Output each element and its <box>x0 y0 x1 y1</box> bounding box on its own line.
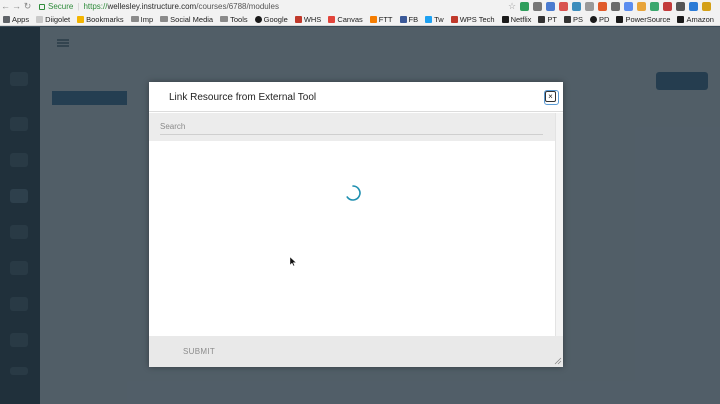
bookmark-item[interactable]: Netflix <box>501 14 532 24</box>
reload-icon[interactable]: ↻ <box>22 0 33 13</box>
extension-icon[interactable] <box>559 2 568 11</box>
extension-icon[interactable] <box>520 2 529 11</box>
extension-icons <box>520 2 711 11</box>
bookmark-label: PS <box>573 14 584 24</box>
canvas-icon <box>328 15 336 23</box>
bookmark-item[interactable]: Diigolet <box>36 15 70 24</box>
bookmark-item[interactable]: WPS Tech <box>450 14 495 24</box>
bookmark-label: Tw <box>434 14 444 24</box>
loading-spinner-icon <box>346 185 361 201</box>
bookmark-item[interactable]: PowerSource <box>616 15 670 24</box>
bookmark-label: Diigolet <box>45 14 71 24</box>
folder-icon <box>220 16 229 22</box>
secure-label: Secure <box>48 2 74 11</box>
bookmark-label: Bookmarks <box>86 14 124 24</box>
bookmark-label: Netflix <box>510 14 532 24</box>
bookmark-label: FB <box>408 14 419 24</box>
bookmark-label: PowerSource <box>625 14 671 24</box>
bookmark-label: Apps <box>12 14 30 24</box>
url-field[interactable]: https://wellesley.instructure.com/course… <box>83 2 279 11</box>
bookmark-label: WHS <box>303 14 322 24</box>
bookmark-label: PT <box>547 14 557 24</box>
url-host: wellesley.instructure.com <box>107 2 197 11</box>
back-arrow-icon[interactable]: ← <box>0 0 11 13</box>
apps-grid-icon <box>3 15 10 23</box>
wps-icon <box>450 15 458 23</box>
netflix-icon <box>501 15 509 23</box>
extension-icon[interactable] <box>702 2 711 11</box>
extension-icon[interactable] <box>533 2 542 11</box>
bookmark-item[interactable]: WHS <box>294 14 322 24</box>
folder-icon <box>130 16 139 22</box>
bookmark-item[interactable]: FB <box>399 14 419 24</box>
bookmark-label: Canvas <box>337 14 363 24</box>
mouse-cursor-icon <box>290 257 297 267</box>
blogger-icon <box>369 15 377 23</box>
power-icon <box>616 15 624 23</box>
extension-icon[interactable] <box>676 2 685 11</box>
forward-arrow-icon[interactable]: → <box>11 0 22 13</box>
extension-icon[interactable] <box>585 2 594 11</box>
resize-handle-icon[interactable] <box>554 357 562 365</box>
bookmark-label: FTT <box>378 14 393 24</box>
globe-icon <box>294 15 302 23</box>
extension-icon[interactable] <box>572 2 581 11</box>
bookmark-item[interactable]: FTT <box>369 14 393 24</box>
bookmark-label: Google <box>263 14 288 24</box>
url-divider: | <box>77 2 80 11</box>
extension-icon[interactable] <box>663 2 672 11</box>
search-input[interactable] <box>160 119 543 135</box>
url-scheme: https:// <box>83 2 108 11</box>
lock-icon <box>39 3 45 10</box>
bookmark-label: Imp <box>140 14 154 24</box>
dialog-scrollbar[interactable] <box>555 113 563 336</box>
star-icon <box>77 15 85 23</box>
bookmark-item[interactable]: PT <box>538 15 557 24</box>
bookmark-label: WPS Tech <box>459 14 495 24</box>
search-area <box>149 113 555 141</box>
bookmark-item[interactable]: Social Media <box>160 15 213 24</box>
bookmark-item[interactable]: Imp <box>130 14 154 24</box>
bookmark-label: Amazon <box>686 14 714 24</box>
extension-icon[interactable] <box>650 2 659 11</box>
secure-indicator[interactable]: Secure <box>39 2 73 11</box>
bookmark-item[interactable]: PD <box>590 15 609 24</box>
bookmark-item[interactable]: Canvas <box>328 14 363 24</box>
amazon-icon <box>677 15 685 23</box>
page-icon <box>36 15 44 23</box>
extension-icon[interactable] <box>637 2 646 11</box>
extension-icon[interactable] <box>689 2 698 11</box>
dialog-header: Link Resource from External Tool × <box>149 82 563 112</box>
bookmark-item[interactable]: PS <box>564 15 583 24</box>
bookmark-label: Social Media <box>170 14 214 24</box>
extension-icon[interactable] <box>598 2 607 11</box>
google-icon <box>590 15 598 23</box>
bookmark-label: PD <box>599 14 610 24</box>
dialog-footer: SUBMIT <box>149 336 563 367</box>
bookmark-label: Tools <box>230 14 248 24</box>
bookmark-item[interactable]: Amazon <box>677 15 714 24</box>
close-button[interactable]: × <box>544 90 559 105</box>
dialog-title: Link Resource from External Tool <box>169 92 317 103</box>
google-icon <box>254 15 262 23</box>
bookmark-star-icon[interactable]: ☆ <box>508 0 516 13</box>
extension-icon[interactable] <box>624 2 633 11</box>
facebook-icon <box>399 15 407 23</box>
extension-icon[interactable] <box>611 2 620 11</box>
twitter-icon <box>425 15 433 23</box>
bookmark-item[interactable]: Google <box>254 14 288 24</box>
submit-button[interactable]: SUBMIT <box>183 347 215 356</box>
bookmark-item[interactable]: Tw <box>425 15 444 24</box>
ps-icon <box>564 15 571 23</box>
bookmark-item[interactable]: Bookmarks <box>77 15 124 24</box>
folder-icon <box>160 16 169 22</box>
bookmarks-bar: Apps Diigolet Bookmarks Imp Social Media Tool… <box>0 13 720 26</box>
bookmark-item[interactable]: Apps <box>3 15 29 24</box>
pt-icon <box>538 15 546 23</box>
bookmark-item[interactable]: Tools <box>220 15 248 24</box>
extension-icon[interactable] <box>546 2 555 11</box>
external-tool-dialog: Link Resource from External Tool × SUBMI… <box>149 82 563 367</box>
url-path: /courses/6788/modules <box>196 2 279 11</box>
